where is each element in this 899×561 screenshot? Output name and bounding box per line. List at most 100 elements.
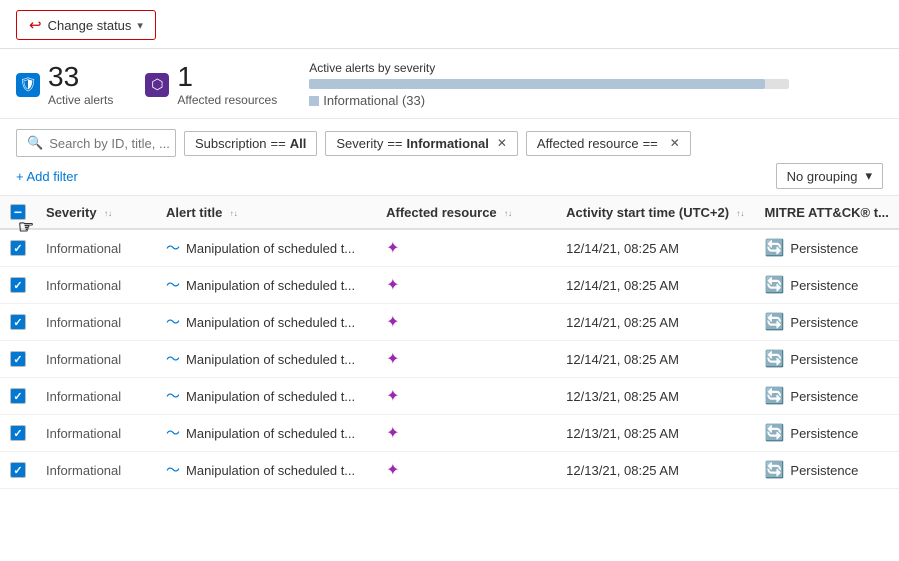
row-resource: ✦ — [376, 452, 556, 489]
header-checkbox[interactable]: − — [10, 204, 26, 220]
alert-wave-icon: 〜 — [166, 349, 180, 369]
row-mitre: 🔄 Persistence — [754, 341, 899, 378]
col-header-severity: Severity ↑↓ — [36, 196, 156, 229]
severity-sort-icon[interactable]: ↑↓ — [104, 209, 112, 218]
filter-row2: + Add filter No grouping ▾ — [16, 163, 883, 189]
resource-filter-close[interactable]: ✕ — [670, 136, 680, 150]
row-check-icon: ✓ — [13, 242, 22, 255]
severity-filter-value: Informational — [407, 136, 489, 151]
mitre-tactic: Persistence — [790, 352, 858, 367]
row-resource: ✦ — [376, 267, 556, 304]
col-header-title: Alert title ↑↓ — [156, 196, 376, 229]
row-checkbox[interactable]: ✓ — [10, 425, 26, 441]
table-row[interactable]: ✓ Informational 〜 Manipulation of schedu… — [0, 341, 899, 378]
change-status-button[interactable]: ↩ Change status ▾ — [16, 10, 156, 40]
row-time: 12/13/21, 08:25 AM — [556, 452, 754, 489]
resource-filter[interactable]: Affected resource == ✕ — [526, 131, 691, 156]
table-row[interactable]: ✓ Informational 〜 Manipulation of schedu… — [0, 304, 899, 341]
row-checkbox-cell: ✓ — [0, 304, 36, 341]
mitre-tactic: Persistence — [790, 463, 858, 478]
row-checkbox[interactable]: ✓ — [10, 240, 26, 256]
resource-dots-icon: ✦ — [386, 238, 399, 258]
row-checkbox[interactable]: ✓ — [10, 314, 26, 330]
search-input[interactable] — [49, 136, 169, 151]
row-mitre: 🔄 Persistence — [754, 267, 899, 304]
subscription-filter-value: All — [290, 136, 307, 151]
active-alerts-summary: 🛡 33 Active alerts — [16, 63, 113, 107]
subscription-filter[interactable]: Subscription == All — [184, 131, 317, 156]
row-check-icon: ✓ — [13, 427, 22, 440]
row-mitre: 🔄 Persistence — [754, 304, 899, 341]
col-mitre-label: MITRE ATT&CK® t... — [764, 205, 888, 220]
row-checkbox[interactable]: ✓ — [10, 351, 26, 367]
row-severity: Informational — [36, 415, 156, 452]
row-checkbox-cell: ✓ — [0, 378, 36, 415]
row-checkbox[interactable]: ✓ — [10, 388, 26, 404]
row-mitre: 🔄 Persistence — [754, 415, 899, 452]
alert-wave-icon: 〜 — [166, 423, 180, 443]
title-sort-icon[interactable]: ↑↓ — [230, 209, 238, 218]
mitre-cycle-icon: 🔄 — [764, 460, 784, 480]
row-check-icon: ✓ — [13, 279, 22, 292]
active-alerts-count: 33 — [48, 63, 113, 91]
subscription-filter-label: Subscription — [195, 136, 267, 151]
add-filter-label: + Add filter — [16, 169, 78, 184]
cube-icon: ⬡ — [145, 73, 169, 97]
table-row[interactable]: ✓ Informational 〜 Manipulation of schedu… — [0, 378, 899, 415]
col-title-label: Alert title — [166, 205, 222, 220]
search-box[interactable]: 🔍 — [16, 129, 176, 157]
header-checkbox-wrapper: − ☞ — [10, 204, 26, 220]
severity-bar-section: Active alerts by severity Informational … — [309, 61, 789, 108]
col-header-time: Activity start time (UTC+2) ↑↓ — [556, 196, 754, 229]
resource-dots-icon: ✦ — [386, 312, 399, 332]
row-title: 〜 Manipulation of scheduled t... — [156, 229, 376, 267]
resource-dots-icon: ✦ — [386, 460, 399, 480]
row-title: 〜 Manipulation of scheduled t... — [156, 378, 376, 415]
time-sort-icon[interactable]: ↑↓ — [736, 209, 744, 218]
row-check-icon: ✓ — [13, 464, 22, 477]
row-checkbox-cell: ✓ — [0, 452, 36, 489]
row-checkbox-cell: ✓ — [0, 267, 36, 304]
mitre-tactic: Persistence — [790, 315, 858, 330]
row-checkbox-cell: ✓ — [0, 341, 36, 378]
resource-dots-icon: ✦ — [386, 275, 399, 295]
severity-bar-fill — [309, 79, 765, 89]
row-title: 〜 Manipulation of scheduled t... — [156, 415, 376, 452]
severity-filter[interactable]: Severity == Informational ✕ — [325, 131, 518, 156]
table-row[interactable]: ✓ Informational 〜 Manipulation of schedu… — [0, 415, 899, 452]
row-checkbox[interactable]: ✓ — [10, 277, 26, 293]
alert-wave-icon: 〜 — [166, 238, 180, 258]
mitre-tactic: Persistence — [790, 389, 858, 404]
row-title: 〜 Manipulation of scheduled t... — [156, 267, 376, 304]
mitre-cycle-icon: 🔄 — [764, 423, 784, 443]
alerts-table: − ☞ Severity ↑↓ Alert title ↑↓ Affected … — [0, 196, 899, 489]
filter-bar: 🔍 Subscription == All Severity == Inform… — [0, 119, 899, 196]
row-time: 12/14/21, 08:25 AM — [556, 267, 754, 304]
row-title: 〜 Manipulation of scheduled t... — [156, 452, 376, 489]
severity-filter-close[interactable]: ✕ — [497, 136, 507, 150]
grouping-label: No grouping — [787, 169, 858, 184]
change-status-icon: ↩ — [29, 16, 42, 34]
mitre-tactic: Persistence — [790, 426, 858, 441]
row-check-icon: ✓ — [13, 316, 22, 329]
table-row[interactable]: ✓ Informational 〜 Manipulation of schedu… — [0, 452, 899, 489]
severity-legend: Informational (33) — [309, 93, 789, 108]
row-time: 12/14/21, 08:25 AM — [556, 304, 754, 341]
table-row[interactable]: ✓ Informational 〜 Manipulation of schedu… — [0, 229, 899, 267]
row-resource: ✦ — [376, 415, 556, 452]
row-checkbox[interactable]: ✓ — [10, 462, 26, 478]
col-header-mitre: MITRE ATT&CK® t... — [754, 196, 899, 229]
mitre-cycle-icon: 🔄 — [764, 349, 784, 369]
resource-sort-icon[interactable]: ↑↓ — [504, 209, 512, 218]
grouping-dropdown[interactable]: No grouping ▾ — [776, 163, 883, 189]
alerts-table-container: − ☞ Severity ↑↓ Alert title ↑↓ Affected … — [0, 196, 899, 489]
severity-bar-label: Active alerts by severity — [309, 61, 789, 75]
table-row[interactable]: ✓ Informational 〜 Manipulation of schedu… — [0, 267, 899, 304]
change-status-label: Change status — [48, 18, 132, 33]
row-title: 〜 Manipulation of scheduled t... — [156, 341, 376, 378]
mitre-cycle-icon: 🔄 — [764, 238, 784, 258]
row-check-icon: ✓ — [13, 353, 22, 366]
row-time: 12/13/21, 08:25 AM — [556, 415, 754, 452]
add-filter-button[interactable]: + Add filter — [16, 169, 78, 184]
row-severity: Informational — [36, 229, 156, 267]
